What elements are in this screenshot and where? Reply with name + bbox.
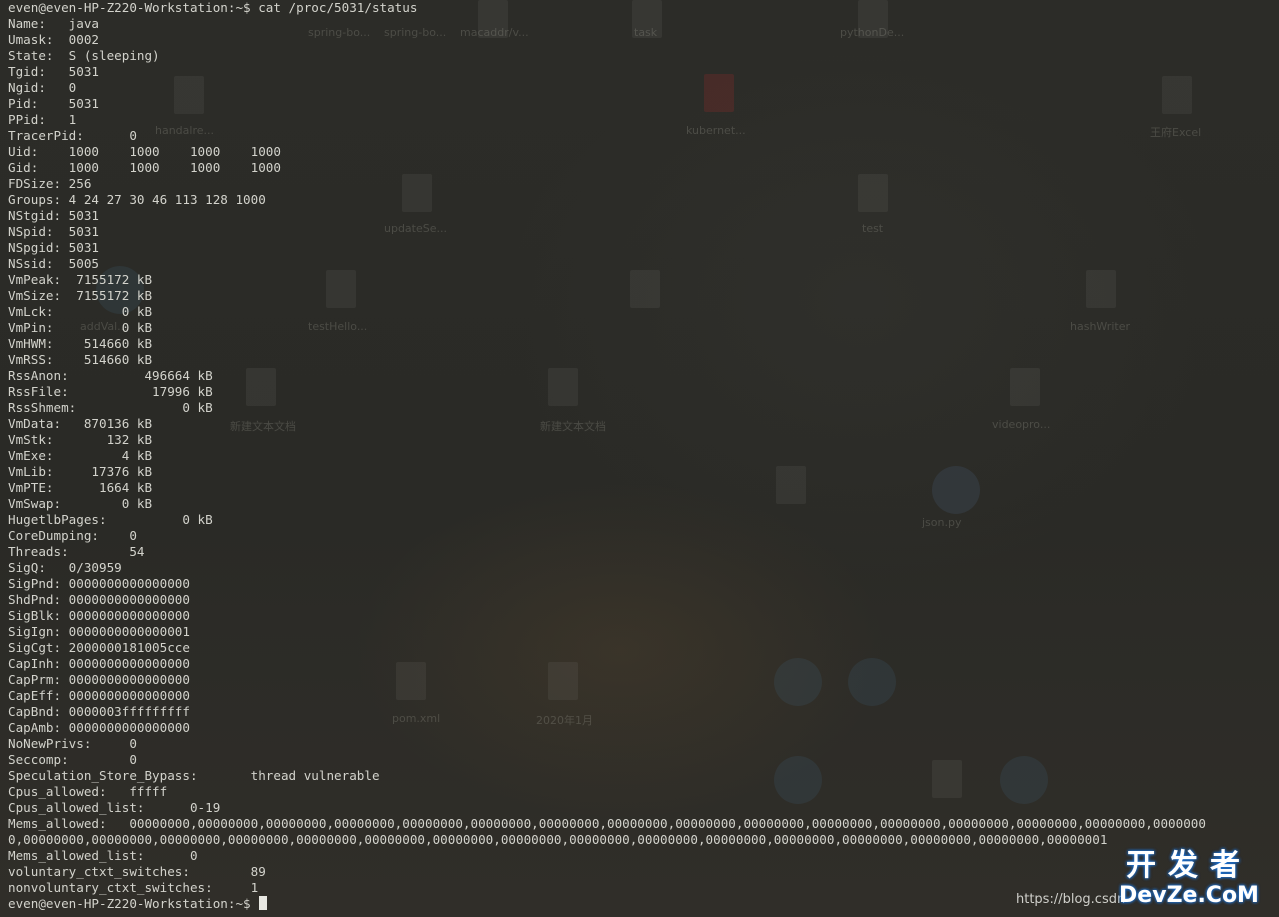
terminal-line: NSpid: 5031: [8, 224, 99, 239]
terminal-line: NStgid: 5031: [8, 208, 99, 223]
terminal-line: VmHWM: 514660 kB: [8, 336, 153, 351]
terminal-line: RssAnon: 496664 kB: [8, 368, 213, 383]
terminal-line: Cpus_allowed_list: 0-19: [8, 800, 221, 815]
terminal-line: CoreDumping: 0: [8, 528, 137, 543]
terminal-line: State: S (sleeping): [8, 48, 160, 63]
terminal-line: 0,00000000,00000000,00000000,00000000,00…: [8, 832, 1108, 847]
terminal-line: PPid: 1: [8, 112, 77, 127]
terminal-line: Umask: 0002: [8, 32, 99, 47]
terminal-line: SigPnd: 0000000000000000: [8, 576, 190, 591]
terminal-line: VmPTE: 1664 kB: [8, 480, 153, 495]
watermark-subtitle: DevZe.CoM: [1119, 883, 1259, 908]
terminal-line: VmStk: 132 kB: [8, 432, 153, 447]
terminal-line: NoNewPrivs: 0: [8, 736, 137, 751]
terminal-line: RssFile: 17996 kB: [8, 384, 213, 399]
terminal-line: VmExe: 4 kB: [8, 448, 153, 463]
terminal-line: VmPin: 0 kB: [8, 320, 153, 335]
terminal-line: CapBnd: 0000003fffffffff: [8, 704, 190, 719]
terminal-line: HugetlbPages: 0 kB: [8, 512, 213, 527]
terminal-line: ShdPnd: 0000000000000000: [8, 592, 190, 607]
terminal-line: Speculation_Store_Bypass: thread vulnera…: [8, 768, 380, 783]
terminal-line: VmRSS: 514660 kB: [8, 352, 153, 367]
terminal-line: Name: java: [8, 16, 99, 31]
watermark-logo: 开发者 DevZe.CoM: [1109, 849, 1269, 909]
watermark-title: 开发者: [1126, 848, 1252, 883]
terminal-line: Ngid: 0: [8, 80, 77, 95]
terminal-output[interactable]: even@even-HP-Z220-Workstation:~$ cat /pr…: [8, 0, 1279, 917]
terminal-line: VmLck: 0 kB: [8, 304, 153, 319]
terminal-line: SigBlk: 0000000000000000: [8, 608, 190, 623]
terminal-line: voluntary_ctxt_switches: 89: [8, 864, 266, 879]
terminal-line: NSpgid: 5031: [8, 240, 99, 255]
terminal-line: VmPeak: 7155172 kB: [8, 272, 153, 287]
terminal-line: Mems_allowed_list: 0: [8, 848, 198, 863]
terminal-line: Tgid: 5031: [8, 64, 99, 79]
terminal-line: Gid: 1000 1000 1000 1000: [8, 160, 281, 175]
terminal-line: Threads: 54: [8, 544, 145, 559]
terminal-line: SigCgt: 2000000181005cce: [8, 640, 190, 655]
text-cursor: [259, 896, 268, 910]
terminal-line: CapInh: 0000000000000000: [8, 656, 190, 671]
terminal-line: RssShmem: 0 kB: [8, 400, 213, 415]
terminal-line: Pid: 5031: [8, 96, 99, 111]
terminal-line: SigQ: 0/30959: [8, 560, 122, 575]
final-prompt-text: even@even-HP-Z220-Workstation:~$: [8, 896, 259, 911]
terminal-line: Mems_allowed: 00000000,00000000,00000000…: [8, 816, 1206, 831]
terminal-line: VmData: 870136 kB: [8, 416, 153, 431]
terminal-line: CapEff: 0000000000000000: [8, 688, 190, 703]
terminal-line: TracerPid: 0: [8, 128, 137, 143]
terminal-line: Cpus_allowed: fffff: [8, 784, 168, 799]
terminal-line: FDSize: 256: [8, 176, 92, 191]
terminal-line: Seccomp: 0: [8, 752, 137, 767]
terminal-prompt-line: even@even-HP-Z220-Workstation:~$ cat /pr…: [8, 0, 418, 15]
terminal-line: CapAmb: 0000000000000000: [8, 720, 190, 735]
terminal-line: VmSize: 7155172 kB: [8, 288, 153, 303]
terminal-line: Uid: 1000 1000 1000 1000: [8, 144, 281, 159]
terminal-line: CapPrm: 0000000000000000: [8, 672, 190, 687]
terminal-line: VmLib: 17376 kB: [8, 464, 153, 479]
terminal-line: Groups: 4 24 27 30 46 113 128 1000: [8, 192, 266, 207]
terminal-line: VmSwap: 0 kB: [8, 496, 153, 511]
terminal-line: SigIgn: 0000000000000001: [8, 624, 190, 639]
terminal-line: NSsid: 5005: [8, 256, 99, 271]
